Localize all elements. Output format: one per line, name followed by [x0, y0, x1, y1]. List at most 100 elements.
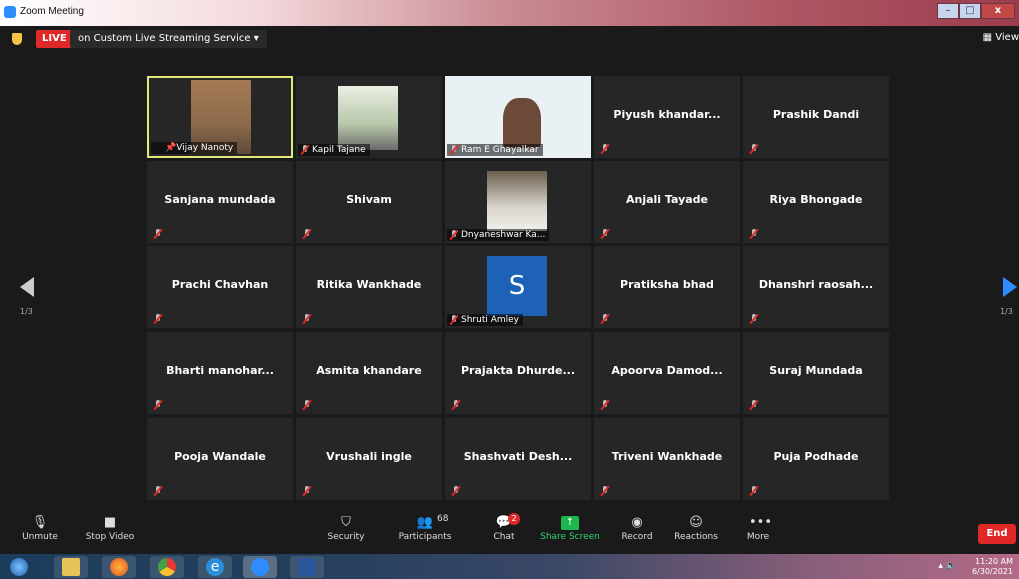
unmute-button[interactable]: 🎙 Unmute: [10, 512, 70, 543]
more-button[interactable]: ••• More: [728, 512, 788, 543]
participant-tile[interactable]: Shashvati Desh...: [445, 418, 591, 500]
stop-video-button[interactable]: ■ Stop Video: [80, 512, 140, 543]
taskbar-chrome[interactable]: [150, 556, 184, 578]
participant-label: Dnyaneshwar Ka...: [447, 229, 550, 241]
meeting-controls: 🎙 Unmute ■ Stop Video ⛉ Security 👥 Parti…: [0, 512, 1019, 552]
more-dots-icon: •••: [749, 515, 773, 530]
participants-label: Participants: [398, 532, 452, 542]
muted-mic-icon: [302, 400, 312, 410]
participant-tile[interactable]: 📌Vijay Nanoty: [147, 76, 293, 158]
security-shield-icon[interactable]: [12, 33, 22, 45]
start-button[interactable]: [6, 556, 40, 578]
muted-mic-icon: [300, 145, 310, 155]
participant-tile[interactable]: Ram E Ghayalkar: [445, 76, 591, 158]
participant-tile[interactable]: Sanjana mundada: [147, 161, 293, 243]
participant-tile[interactable]: Prashik Dandi: [743, 76, 889, 158]
participant-name: Prajakta Dhurde...: [460, 364, 576, 377]
participant-tile[interactable]: Riya Bhongade: [743, 161, 889, 243]
prev-page-arrow-icon[interactable]: [20, 277, 34, 297]
muted-mic-icon: [749, 486, 759, 496]
participant-name: Shashvati Desh...: [463, 450, 573, 463]
chat-label: Chat: [493, 532, 515, 542]
muted-mic-icon: [449, 230, 459, 240]
security-label: Security: [327, 532, 365, 542]
participant-tile[interactable]: S Shruti Amley: [445, 246, 591, 328]
muted-mic-icon: [449, 315, 459, 325]
participant-tile[interactable]: Anjali Tayade: [594, 161, 740, 243]
taskbar-ie[interactable]: e: [198, 556, 232, 578]
taskbar-firefox[interactable]: [102, 556, 136, 578]
chat-button[interactable]: 💬 2 Chat: [474, 512, 534, 542]
participant-tile[interactable]: Dnyaneshwar Ka...: [445, 161, 591, 243]
participant-name: Asmita khandare: [316, 364, 422, 377]
page-indicator-right: 1/3: [1000, 307, 1013, 316]
participant-tile[interactable]: Vrushali ingle: [296, 418, 442, 500]
windows-logo-icon: [10, 558, 28, 576]
participant-tile[interactable]: Puja Podhade: [743, 418, 889, 500]
participant-tile[interactable]: Kapil Tajane: [296, 76, 442, 158]
participant-tile[interactable]: Suraj Mundada: [743, 332, 889, 414]
next-page-arrow-icon[interactable]: [1003, 277, 1017, 297]
participant-name: Triveni Wankhade: [611, 450, 723, 463]
clock-date: 6/30/2021: [971, 567, 1013, 576]
unmute-label: Unmute: [22, 532, 58, 542]
participant-name: Riya Bhongade: [769, 193, 863, 206]
taskbar-word[interactable]: [290, 556, 324, 578]
reactions-button[interactable]: ☺ Reactions: [666, 512, 726, 543]
muted-mic-icon: [153, 486, 163, 496]
taskbar-explorer[interactable]: [54, 556, 88, 578]
participant-name: Shivam: [346, 193, 392, 206]
participant-name: Piyush khandar...: [613, 108, 721, 121]
system-tray[interactable]: ▴ 🔈: [938, 561, 957, 571]
chrome-icon: [158, 558, 176, 576]
participant-tile[interactable]: Ritika Wankhade: [296, 246, 442, 328]
clock-time: 11:20 AM: [975, 557, 1013, 566]
clock[interactable]: 11:20 AM 6/30/2021: [972, 557, 1013, 577]
caret-down-icon: ▾: [253, 33, 259, 44]
meeting-topbar: LIVE on Custom Live Streaming Service ▾ …: [0, 26, 1019, 52]
avatar: S: [487, 256, 547, 316]
participant-tile[interactable]: Dhanshri raosah...: [743, 246, 889, 328]
participant-tile[interactable]: Prajakta Dhurde...: [445, 332, 591, 414]
zoom-app-icon: [4, 6, 16, 18]
record-button[interactable]: ◉ Record: [607, 512, 667, 543]
muted-mic-icon: [451, 400, 461, 410]
participant-tile[interactable]: Pooja Wandale: [147, 418, 293, 500]
security-button[interactable]: ⛉ Security: [316, 512, 376, 543]
participant-tile[interactable]: Apoorva Damod...: [594, 332, 740, 414]
muted-mic-icon: [600, 400, 610, 410]
participant-tile[interactable]: Asmita khandare: [296, 332, 442, 414]
participant-tile[interactable]: Bharti manohar...: [147, 332, 293, 414]
participant-name: Bharti manohar...: [166, 364, 274, 377]
maximize-button[interactable]: □: [959, 3, 981, 19]
participant-tile[interactable]: Prachi Chavhan: [147, 246, 293, 328]
participant-name: Vrushali ingle: [326, 450, 412, 463]
folder-icon: [62, 558, 80, 576]
participant-tile[interactable]: Shivam: [296, 161, 442, 243]
muted-mic-icon: 🎙: [31, 515, 49, 530]
participant-name: Suraj Mundada: [769, 364, 863, 377]
muted-mic-icon: [153, 314, 163, 324]
share-screen-icon: ↑: [561, 516, 579, 530]
close-button[interactable]: x: [981, 3, 1015, 19]
share-screen-button[interactable]: ↑ Share Screen: [540, 512, 600, 542]
stream-dropdown[interactable]: on Custom Live Streaming Service ▾: [70, 30, 267, 48]
minimize-button[interactable]: –: [937, 3, 959, 19]
muted-mic-icon: [600, 314, 610, 324]
muted-mic-icon: [600, 486, 610, 496]
record-label: Record: [621, 532, 653, 542]
internet-explorer-icon: e: [206, 558, 224, 576]
pin-icon: 📌: [165, 143, 177, 153]
participant-tile[interactable]: Pratiksha bhad: [594, 246, 740, 328]
stream-label: on Custom Live Streaming Service: [78, 33, 251, 44]
end-meeting-button[interactable]: End: [978, 524, 1016, 544]
taskbar-zoom[interactable]: [243, 556, 277, 578]
participant-tile[interactable]: Triveni Wankhade: [594, 418, 740, 500]
live-badge[interactable]: LIVE: [36, 30, 73, 48]
shield-icon: ⛉: [341, 515, 351, 530]
muted-mic-icon: [600, 229, 610, 239]
participant-name: Dhanshri raosah...: [758, 278, 874, 291]
grid-icon: ▦: [982, 32, 993, 43]
participant-tile[interactable]: Piyush khandar...: [594, 76, 740, 158]
view-button[interactable]: ▦ View: [983, 32, 1019, 43]
